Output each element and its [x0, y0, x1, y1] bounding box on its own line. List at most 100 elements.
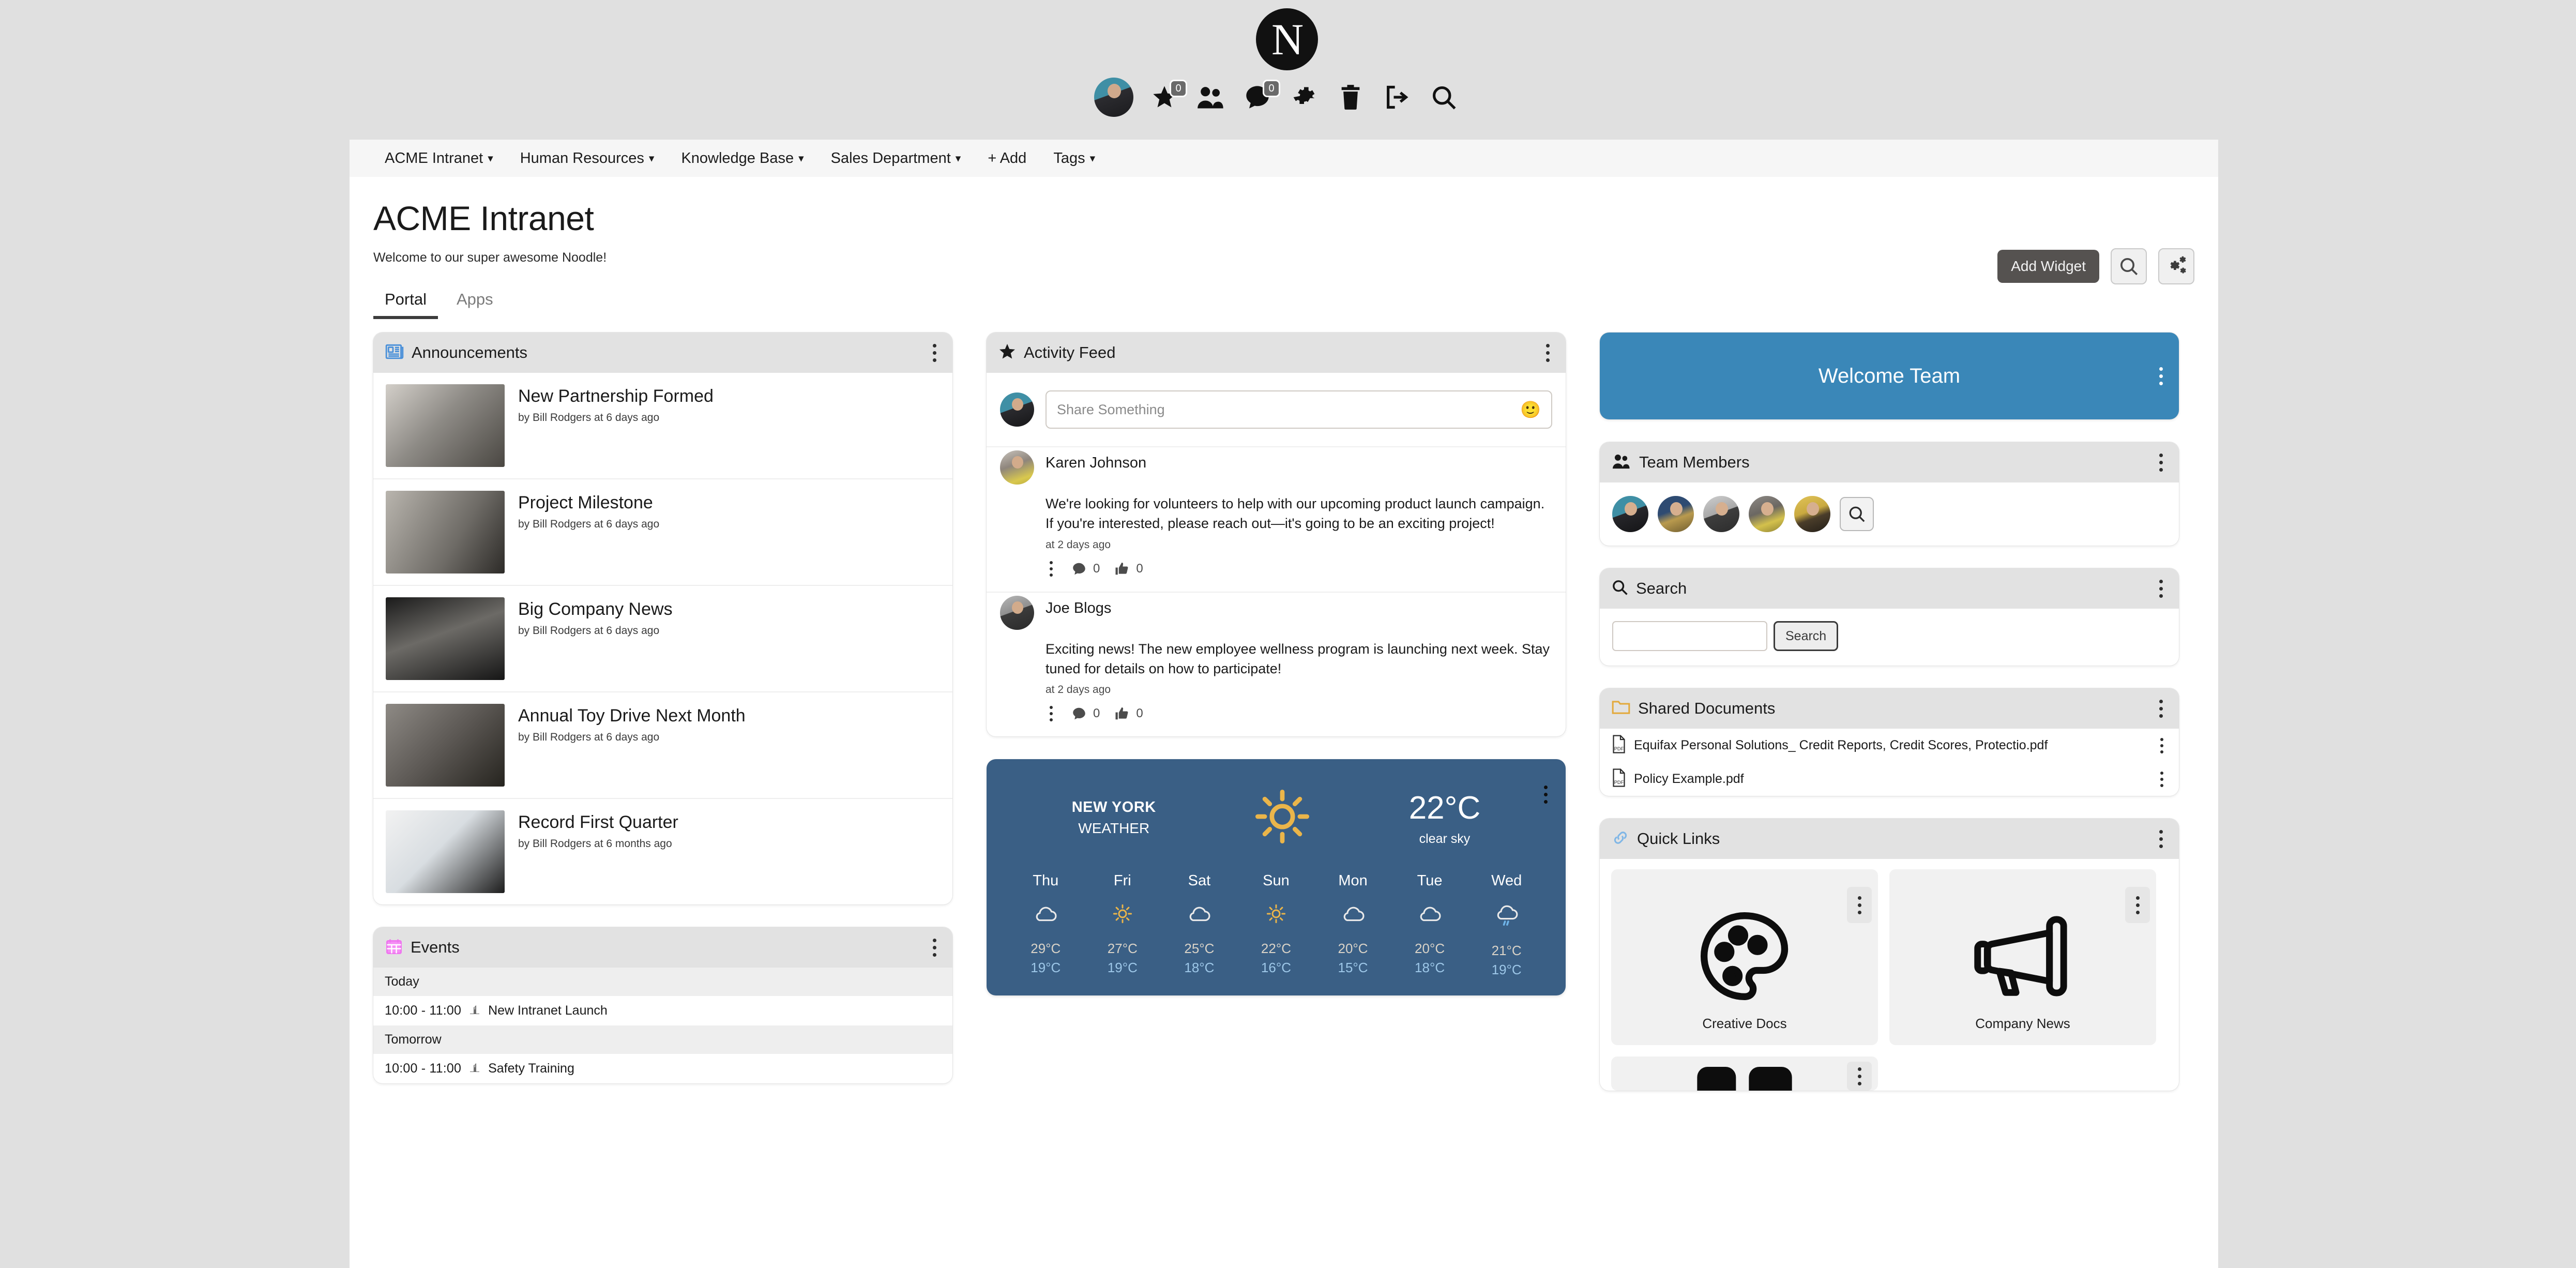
event-group-header: Today [373, 968, 952, 996]
announcement-item[interactable]: Annual Toy Drive Next Month by Bill Rodg… [373, 692, 952, 799]
widget-shared-documents: Shared Documents PDF Equifax Personal So… [1600, 688, 2179, 796]
widget-title: Quick Links [1637, 829, 1720, 848]
page-settings-button[interactable] [2158, 248, 2194, 284]
gear-icon[interactable] [1289, 82, 1320, 113]
post-text: We're looking for volunteers to help wit… [1045, 496, 1545, 532]
user-avatar[interactable] [1094, 78, 1133, 117]
pdf-file-icon: PDF [1611, 735, 1627, 756]
widget-menu-button[interactable] [1539, 783, 1552, 806]
quick-link-tile-partial[interactable] [1611, 1056, 1878, 1091]
announcement-thumbnail [386, 704, 505, 787]
megaphone-icon [1968, 904, 2077, 1010]
tab-portal[interactable]: Portal [373, 288, 438, 319]
weather-temperature: 22°C [1408, 790, 1481, 826]
brand-logo[interactable]: N [1256, 8, 1318, 70]
post-comment-button[interactable]: 0 [1071, 561, 1100, 577]
widget-menu-button[interactable] [1541, 341, 1554, 364]
post-author[interactable]: Karen Johnson [1045, 450, 1146, 472]
nav-label: ACME Intranet [385, 149, 483, 167]
page-search-button[interactable] [2111, 248, 2147, 284]
widget-menu-button[interactable] [2154, 697, 2168, 720]
widget-menu-button[interactable] [2154, 577, 2168, 600]
logout-icon[interactable] [1382, 82, 1413, 113]
announcement-thumbnail [386, 810, 505, 893]
avatar[interactable] [1703, 496, 1739, 532]
announcement-item[interactable]: Record First Quarter by Bill Rodgers at … [373, 799, 952, 904]
widget-menu-button[interactable] [928, 341, 941, 364]
announcement-item[interactable]: Big Company News by Bill Rodgers at 6 da… [373, 586, 952, 692]
masthead: N 0 0 [0, 0, 2576, 140]
announcement-meta: by Bill Rodgers at 6 days ago [518, 518, 660, 530]
widget-column-right: Welcome Team Team Members Search Search … [1600, 333, 2179, 1091]
post-menu-button[interactable] [1045, 703, 1057, 724]
announcement-title: Big Company News [518, 599, 673, 619]
document-row[interactable]: PDF Policy Example.pdf [1600, 762, 2179, 796]
trash-icon[interactable] [1335, 82, 1366, 113]
quick-link-label: Creative Docs [1702, 1016, 1787, 1031]
announcement-item[interactable]: New Partnership Formed by Bill Rodgers a… [373, 373, 952, 479]
widget-grid: Announcements New Partnership Formed by … [350, 319, 2218, 1091]
post-like-button[interactable]: 0 [1114, 561, 1143, 577]
search-icon[interactable] [1428, 82, 1459, 113]
document-menu-button[interactable] [2156, 735, 2168, 756]
post-author[interactable]: Joe Blogs [1045, 596, 1111, 617]
avatar[interactable] [1749, 496, 1785, 532]
share-input-wrapper[interactable]: 🙂 [1045, 390, 1552, 429]
post-comment-button[interactable]: 0 [1071, 706, 1100, 721]
welcome-team-label: Welcome Team [1818, 364, 1961, 387]
forecast-day-name: Fri [1113, 872, 1131, 889]
quick-link-menu-button[interactable] [1847, 1062, 1872, 1091]
widget-title: Shared Documents [1638, 699, 1776, 717]
nav-item-add[interactable]: + Add [974, 140, 1040, 177]
nav-item-acme-intranet[interactable]: ACME Intranet ▾ [371, 140, 507, 177]
quick-link-tile-company-news[interactable]: Company News [1889, 869, 2156, 1045]
building-icon [468, 1061, 481, 1077]
quick-link-menu-button[interactable] [2125, 887, 2150, 923]
widget-title: Events [411, 938, 460, 956]
post-menu-button[interactable] [1045, 558, 1057, 579]
widget-menu-button[interactable] [2154, 365, 2168, 387]
rain-icon [1493, 905, 1520, 929]
tab-apps[interactable]: Apps [445, 288, 505, 319]
event-item[interactable]: 10:00 - 11:00 Safety Training [373, 1054, 952, 1083]
quick-link-menu-button[interactable] [1847, 887, 1872, 923]
emoji-icon[interactable]: 🙂 [1520, 400, 1541, 419]
chevron-down-icon: ▾ [1089, 152, 1096, 164]
nav-item-tags[interactable]: Tags ▾ [1040, 140, 1109, 177]
event-item[interactable]: 10:00 - 11:00 New Intranet Launch [373, 996, 952, 1025]
forecast-day: Sat 25°C 18°C [1165, 872, 1233, 978]
device-icon [1693, 1062, 1796, 1091]
tab-bar: Portal Apps [373, 288, 2194, 319]
forecast-high: 20°C [1415, 941, 1445, 957]
announcement-item[interactable]: Project Milestone by Bill Rodgers at 6 d… [373, 479, 952, 586]
avatar[interactable] [1612, 496, 1648, 532]
like-count: 0 [1136, 706, 1143, 721]
announcement-title: Record First Quarter [518, 812, 678, 832]
forecast-day-name: Thu [1033, 872, 1059, 889]
avatar[interactable] [1658, 496, 1694, 532]
nav-item-human-resources[interactable]: Human Resources ▾ [507, 140, 668, 177]
quick-link-tile-creative-docs[interactable]: Creative Docs [1611, 869, 1878, 1045]
widget-weather: NEW YORK WEATHER 22°C clear sky Thu 29°C… [987, 759, 1566, 996]
document-row[interactable]: PDF Equifax Personal Solutions_ Credit R… [1600, 729, 2179, 762]
avatar[interactable] [1794, 496, 1830, 532]
forecast-day: Fri 27°C 19°C [1089, 872, 1156, 978]
widget-menu-button[interactable] [2154, 451, 2168, 474]
share-input[interactable] [1057, 401, 1514, 418]
forecast-low: 16°C [1261, 960, 1292, 976]
nav-item-sales-department[interactable]: Sales Department ▾ [817, 140, 975, 177]
post-like-button[interactable]: 0 [1114, 706, 1143, 721]
search-submit-button[interactable]: Search [1774, 621, 1839, 651]
team-search-button[interactable] [1840, 497, 1874, 531]
search-input[interactable] [1612, 621, 1767, 651]
document-menu-button[interactable] [2156, 769, 2168, 790]
quick-links-grid: Creative Docs Company News [1600, 859, 2179, 1091]
search-icon [1611, 579, 1629, 599]
add-widget-button[interactable]: Add Widget [1997, 250, 2099, 283]
widget-menu-button[interactable] [928, 936, 941, 959]
nav-item-knowledge-base[interactable]: Knowledge Base ▾ [668, 140, 817, 177]
people-icon[interactable] [1195, 82, 1226, 113]
star-icon[interactable]: 0 [1149, 80, 1187, 113]
widget-menu-button[interactable] [2154, 827, 2168, 850]
chat-icon[interactable]: 0 [1242, 80, 1280, 113]
